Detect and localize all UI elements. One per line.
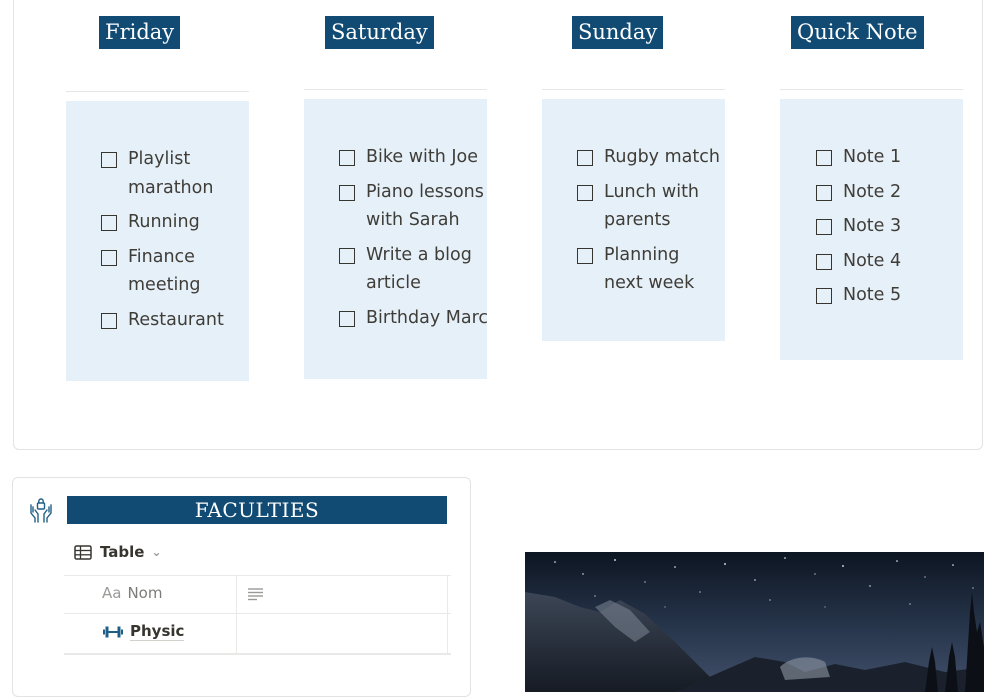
todo-item: Restaurant (101, 309, 243, 335)
table-border (64, 613, 451, 614)
dumbbell-icon (103, 626, 123, 637)
todo-text[interactable]: Note 2 (843, 178, 901, 207)
checkbox-icon[interactable] (101, 215, 117, 231)
checkbox-icon[interactable] (101, 249, 117, 266)
checkbox-icon[interactable] (339, 310, 355, 327)
checkbox-icon[interactable] (816, 288, 832, 304)
checkbox-icon[interactable] (101, 312, 117, 329)
todo-item: Note 1 (816, 146, 956, 172)
text-lines-icon[interactable] (247, 587, 264, 601)
row-name[interactable]: Physic (130, 622, 185, 641)
todo-text[interactable]: Note 1 (843, 143, 901, 172)
todo-text[interactable]: Restaurant (128, 306, 224, 335)
checkbox-icon[interactable] (577, 247, 593, 264)
todo-item: Planning next week (577, 244, 723, 298)
todo-text[interactable]: Lunch with parents (604, 178, 704, 235)
todo-item: Running (101, 211, 243, 237)
divider (542, 89, 725, 90)
todo-item: Lunch with parents (577, 181, 723, 235)
todo-text[interactable]: Rugby match (604, 143, 720, 172)
todo-item: Bike with Joe (339, 146, 485, 172)
todo-item: Note 2 (816, 181, 956, 207)
todo-text[interactable]: Bike with Joe (366, 143, 478, 172)
day-header-sunday: Sunday (572, 16, 664, 49)
todo-text[interactable]: Planning next week (604, 241, 723, 298)
todo-item: Note 3 (816, 215, 956, 241)
todo-item: Note 5 (816, 284, 956, 310)
checkbox-icon[interactable] (339, 184, 355, 201)
view-tab-label: Table (100, 543, 145, 561)
day-header-saturday: Saturday (325, 16, 434, 49)
todo-item: Piano lessons with Sarah (339, 181, 485, 235)
table-row[interactable]: Physic (102, 622, 185, 641)
column-header-nom[interactable]: Aa Nom (102, 584, 162, 602)
todo-text[interactable]: Write a blog article (366, 241, 485, 298)
checkbox-icon[interactable] (577, 150, 593, 166)
todo-item: Note 4 (816, 250, 956, 276)
divider (304, 89, 487, 90)
divider (66, 91, 249, 92)
column-type-prefix: Aa (102, 584, 122, 602)
todo-text[interactable]: Playlist marathon (128, 145, 243, 202)
todo-item: Playlist marathon (101, 148, 243, 202)
todo-text[interactable]: Note 5 (843, 281, 901, 310)
table-border (447, 575, 448, 654)
todo-item: Birthday Marc (339, 304, 488, 333)
todo-item: Rugby match (577, 146, 723, 172)
checkbox-icon[interactable] (816, 219, 832, 235)
todo-text[interactable]: Finance meeting (128, 243, 243, 300)
chevron-down-icon[interactable]: ⌄ (151, 545, 161, 559)
table-icon (74, 544, 92, 560)
todo-text[interactable]: Note 4 (843, 247, 901, 276)
table-border (64, 653, 451, 655)
todo-text[interactable]: Birthday Marc (366, 304, 488, 333)
checkbox-icon[interactable] (339, 150, 355, 166)
night-sky-image (525, 552, 984, 692)
checkbox-icon[interactable] (101, 152, 117, 168)
todo-list-quick-note: Note 1 Note 2 Note 3 Note 4 Note 5 (780, 99, 963, 360)
divider (780, 89, 963, 90)
todo-list-saturday: Bike with Joe Piano lessons with Sarah W… (304, 99, 488, 379)
day-header-quick-note: Quick Note (791, 16, 924, 49)
view-tab-table[interactable]: Table ⌄ (74, 540, 162, 564)
todo-item: Write a blog article (339, 244, 485, 298)
checkbox-icon[interactable] (577, 184, 593, 201)
todo-list-sunday: Rugby match Lunch with parents Planning … (542, 99, 725, 341)
checkbox-icon[interactable] (816, 150, 832, 166)
checkbox-icon[interactable] (816, 253, 832, 270)
checkbox-icon[interactable] (816, 184, 832, 201)
todo-item: Finance meeting (101, 246, 243, 300)
day-header-friday: Friday (99, 16, 181, 49)
table-border (236, 575, 237, 654)
hands-lock-icon (30, 498, 52, 523)
faculties-title: FACULTIES (67, 496, 447, 524)
table-border (64, 575, 451, 576)
todo-text[interactable]: Running (128, 208, 200, 237)
column-header-label: Nom (127, 584, 163, 602)
todo-text[interactable]: Note 3 (843, 212, 901, 241)
checkbox-icon[interactable] (339, 247, 355, 264)
todo-text[interactable]: Piano lessons with Sarah (366, 178, 485, 235)
todo-list-friday: Playlist marathon Running Finance meetin… (66, 101, 249, 381)
